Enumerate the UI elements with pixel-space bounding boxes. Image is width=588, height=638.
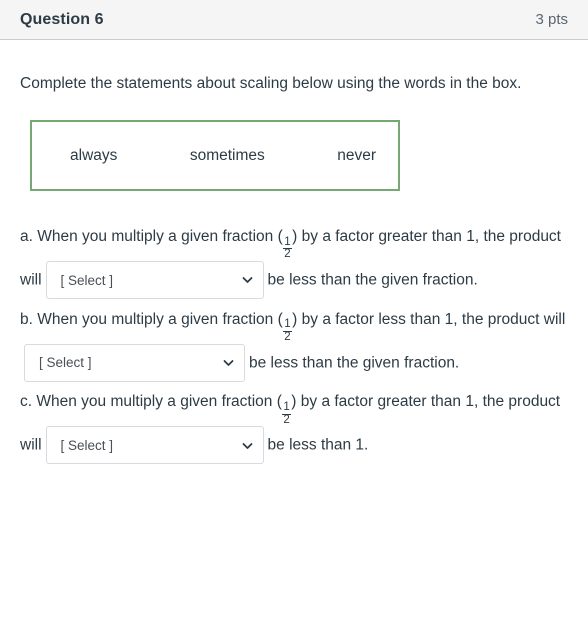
select-wrap-c: [ Select ] <box>45 426 264 465</box>
statement-c-text-before: c. When you multiply a given fraction ( <box>20 393 282 411</box>
question-body: Complete the statements about scaling be… <box>0 40 588 465</box>
select-wrap-a: [ Select ] <box>45 261 264 300</box>
statements-list: a. When you multiply a given fraction (1… <box>20 218 568 465</box>
statement-a-text-before: a. When you multiply a given fraction ( <box>20 228 283 245</box>
statement-b: b. When you multiply a given fraction (1… <box>20 301 568 383</box>
answer-select-b[interactable]: [ Select ] <box>24 343 245 382</box>
statement-b-text-before: b. When you multiply a given fraction ( <box>20 310 283 328</box>
fraction-numerator: 1 <box>284 318 291 331</box>
word-bank-item-always: always <box>70 146 118 164</box>
answer-select-a[interactable]: [ Select ] <box>45 261 264 300</box>
fraction-one-half: 12 <box>283 318 292 343</box>
question-points: 3 pts <box>535 11 568 28</box>
question-title: Question 6 <box>20 10 104 28</box>
word-bank-item-sometimes: sometimes <box>189 146 265 164</box>
fraction-one-half: 12 <box>283 235 292 261</box>
fraction-one-half: 12 <box>282 400 291 426</box>
statement-c-text-after: be less than 1. <box>267 436 369 454</box>
statement-b-text-after: be less than the given fraction. <box>249 354 460 372</box>
question-header: Question 6 3 pts <box>0 0 588 40</box>
question-container: Question 6 3 pts Complete the statements… <box>0 0 588 638</box>
fraction-denominator: 2 <box>282 413 291 426</box>
select-wrap-b: [ Select ] <box>24 343 245 383</box>
answer-select-c[interactable]: [ Select ] <box>45 426 264 465</box>
statement-c: c. When you multiply a given fraction (1… <box>20 383 568 465</box>
word-bank-item-never: never <box>337 146 376 164</box>
statement-a: a. When you multiply a given fraction (1… <box>20 218 568 300</box>
fraction-numerator: 1 <box>284 235 291 248</box>
statement-b-text-middle: ) by a factor less than 1, the product w… <box>292 310 566 328</box>
prompt-text: Complete the statements about scaling be… <box>20 75 522 92</box>
word-bank-inner: always sometimes never <box>32 147 398 165</box>
word-bank-box: always sometimes never <box>30 120 400 191</box>
fraction-denominator: 2 <box>283 248 292 261</box>
statement-a-text-after: be less than the given fraction. <box>267 271 478 289</box>
fraction-denominator: 2 <box>283 331 292 343</box>
fraction-numerator: 1 <box>283 400 290 413</box>
